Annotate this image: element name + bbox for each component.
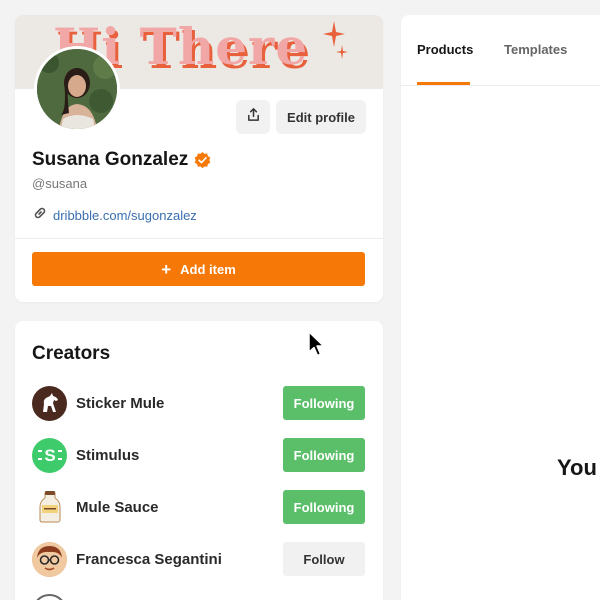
profile-name: Susana Gonzalez <box>32 149 189 170</box>
person-avatar-icon <box>32 541 67 577</box>
following-button[interactable]: Following <box>283 386 365 420</box>
profile-link[interactable]: dribbble.com/sugonzalez <box>32 205 197 226</box>
add-item-label: Add item <box>180 261 236 277</box>
tab-products[interactable]: Products <box>417 42 473 57</box>
mule-sauce-logo-icon <box>32 489 67 525</box>
creator-row-mule-sauce[interactable]: Mule Sauce Following <box>32 489 365 525</box>
tab-templates[interactable]: Templates <box>504 42 567 57</box>
edit-profile-button[interactable]: Edit profile <box>276 100 366 134</box>
content-panel: Products Templates You <box>401 15 600 600</box>
creator-name[interactable]: Francesca Segantini <box>76 551 283 568</box>
creator-row-sticker-mule[interactable]: Sticker Mule Following <box>32 385 365 421</box>
svg-text:S: S <box>44 446 55 465</box>
creator-name[interactable]: Stimulus <box>76 447 283 464</box>
divider <box>15 238 383 239</box>
profile-avatar[interactable] <box>34 46 120 132</box>
share-button[interactable] <box>236 100 270 134</box>
stimulus-logo-icon: S <box>32 437 67 473</box>
profile-name-row: Susana Gonzalez <box>32 149 211 171</box>
verified-badge-icon <box>194 151 211 169</box>
creator-row-francesca-segantini[interactable]: Francesca Segantini Follow <box>32 541 365 577</box>
creator-row-stimulus[interactable]: S Stimulus Following <box>32 437 365 473</box>
avatar <box>32 593 67 600</box>
share-icon <box>246 107 261 127</box>
following-button[interactable]: Following <box>283 438 365 472</box>
creator-row-partial[interactable] <box>32 593 365 600</box>
creator-name[interactable]: Sticker Mule <box>76 395 283 412</box>
following-button[interactable]: Following <box>283 490 365 524</box>
profile-link-text[interactable]: dribbble.com/sugonzalez <box>53 208 197 223</box>
link-icon <box>32 205 48 226</box>
cursor-icon <box>308 331 326 362</box>
creators-title: Creators <box>32 343 111 364</box>
creators-card: Creators Sticker Mule Following S Stimul… <box>15 321 383 600</box>
creator-name[interactable]: Mule Sauce <box>76 499 283 516</box>
plus-icon: + <box>161 259 172 279</box>
small-sparkle-icon <box>336 45 348 64</box>
active-tab-indicator <box>417 82 470 85</box>
horse-icon <box>32 385 67 421</box>
follow-button[interactable]: Follow <box>283 542 365 576</box>
add-item-button[interactable]: + Add item <box>32 252 365 286</box>
profile-photo <box>37 49 117 129</box>
profile-card: Hi There Edit profile Susana Gonzalez @s… <box>15 15 383 302</box>
tab-bar: Products Templates <box>401 15 600 86</box>
profile-handle: @susana <box>32 176 88 191</box>
empty-state-heading: You <box>557 455 597 480</box>
